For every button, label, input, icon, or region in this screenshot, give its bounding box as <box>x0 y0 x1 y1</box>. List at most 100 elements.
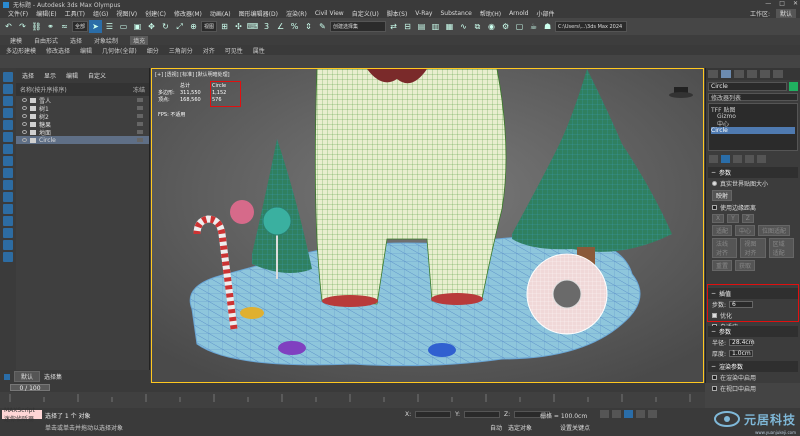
close-button[interactable]: ✕ <box>793 0 798 7</box>
select-by-name-icon[interactable]: ☰ <box>103 20 116 33</box>
menu-civil-view[interactable]: Civil View <box>311 10 348 17</box>
viewport-label[interactable]: [+] [透视] [标准] [默认明暗处理] <box>155 71 230 78</box>
explorer-menu-edit[interactable]: 编辑 <box>66 71 78 80</box>
ribbon-tab-selection[interactable]: 选择 <box>70 36 82 45</box>
make-unique-icon[interactable] <box>733 155 742 163</box>
rect-select-region-icon[interactable]: ▭ <box>117 20 130 33</box>
visibility-eye-icon[interactable] <box>22 122 27 126</box>
curve-editor-icon[interactable]: ∿ <box>457 20 470 33</box>
filter-all-icon[interactable] <box>3 216 13 226</box>
setkey-button[interactable]: 设置关键点 <box>560 423 590 432</box>
filter-spacewarps-icon[interactable] <box>3 132 13 142</box>
filter-none-icon[interactable] <box>3 228 13 238</box>
next-frame-icon[interactable] <box>636 410 645 418</box>
ribbon-item-align[interactable]: 对齐 <box>203 46 215 55</box>
region-fit-button[interactable]: 区域适配 <box>768 238 794 258</box>
reset-button[interactable]: 重置 <box>712 260 733 271</box>
menu-help[interactable]: 帮助(H) <box>476 9 505 18</box>
play-icon[interactable] <box>624 410 633 418</box>
explorer-menu-customize[interactable]: 自定义 <box>88 71 106 80</box>
freeze-indicator-icon[interactable] <box>137 98 143 102</box>
section-header-params[interactable]: − 参数 <box>708 326 798 337</box>
show-end-result-icon[interactable] <box>721 155 730 163</box>
select-move-icon[interactable]: ✥ <box>145 20 158 33</box>
select-scale-icon[interactable]: ⤢ <box>173 20 186 33</box>
visibility-eye-icon[interactable] <box>22 106 27 110</box>
list-item[interactable]: 树1 <box>16 104 149 113</box>
toggle-layer-explorer-icon[interactable]: ▥ <box>429 20 442 33</box>
modifier-list-dropdown[interactable]: 修改器列表 <box>708 93 798 102</box>
filter-geometry-icon[interactable] <box>3 72 13 82</box>
list-item[interactable]: 雪人 <box>16 96 149 105</box>
menu-arnold[interactable]: Arnold <box>505 10 532 17</box>
autokey-button[interactable]: 自动 <box>490 423 502 432</box>
prev-frame-icon[interactable] <box>612 410 621 418</box>
filter-cameras-icon[interactable] <box>3 108 13 118</box>
utilities-tab-icon[interactable] <box>773 70 783 78</box>
ribbon-item-geometry[interactable]: 几何体(全部) <box>102 46 137 55</box>
ribbon-item-edit[interactable]: 编辑 <box>80 46 92 55</box>
thickness-spinner[interactable]: 1.0cm <box>729 350 754 357</box>
filter-groups-icon[interactable] <box>3 144 13 154</box>
select-place-icon[interactable]: ⊕ <box>187 20 200 33</box>
menu-substance[interactable]: Substance <box>436 10 475 17</box>
maxscript-listener[interactable]: MAXScript 迷你侦听器 <box>2 407 42 423</box>
rendered-frame-window-icon[interactable]: ▢ <box>513 20 526 33</box>
goto-end-icon[interactable] <box>648 410 657 418</box>
list-item-selected[interactable]: Circle <box>16 136 149 144</box>
ribbon-tab-object-paint[interactable]: 对象绘制 <box>94 36 118 45</box>
menu-rendering[interactable]: 渲染(R) <box>282 9 311 18</box>
angle-snap-icon[interactable]: ∠ <box>274 20 287 33</box>
percent-snap-icon[interactable]: % <box>288 20 301 33</box>
window-crossing-icon[interactable]: ▣ <box>131 20 144 33</box>
list-item[interactable]: 树2 <box>16 112 149 121</box>
ribbon-item-subdivision[interactable]: 细分 <box>147 46 159 55</box>
filter-hidden-icon[interactable] <box>3 204 13 214</box>
lollipop-pink[interactable] <box>230 200 254 224</box>
render-setup-icon[interactable]: ⚙ <box>499 20 512 33</box>
undo-icon[interactable]: ↶ <box>2 20 15 33</box>
bind-space-warp-icon[interactable]: ≈ <box>58 20 71 33</box>
enable-in-render-checkbox[interactable] <box>712 375 717 380</box>
select-object-icon[interactable]: ➤ <box>89 20 103 33</box>
align-z-button[interactable]: Z <box>741 214 754 223</box>
align-x-button[interactable]: X <box>712 214 725 223</box>
menu-scripting[interactable]: 脚本(S) <box>383 9 412 18</box>
visibility-eye-icon[interactable] <box>22 114 27 118</box>
material-editor-icon[interactable]: ◉ <box>485 20 498 33</box>
unlink-icon[interactable]: ⚭ <box>44 20 57 33</box>
ribbon-item-poly-modeling[interactable]: 多边形建模 <box>6 46 36 55</box>
stack-item[interactable]: TFF 贴图 <box>711 106 795 114</box>
configure-modifier-sets-icon[interactable] <box>757 155 766 163</box>
visibility-eye-icon[interactable] <box>22 130 27 134</box>
workspace-select[interactable]: 默认 <box>775 9 796 18</box>
menu-widgets[interactable]: 小部件 <box>532 9 558 18</box>
reference-coord-select[interactable]: 视图 <box>201 21 218 32</box>
ribbon-tab-freeform[interactable]: 自由形式 <box>34 36 58 45</box>
menu-file[interactable]: 文件(F) <box>4 9 32 18</box>
ribbon-item-properties[interactable]: 属性 <box>253 46 265 55</box>
real-world-radio[interactable] <box>712 181 717 186</box>
stack-item-selected[interactable]: Circle <box>711 127 795 134</box>
filter-xrefs-icon[interactable] <box>3 156 13 166</box>
column-frozen-header[interactable]: 冻结 <box>133 85 145 94</box>
object-name-field[interactable]: Circle <box>708 82 787 91</box>
section-header-rendering[interactable]: − 渲染参数 <box>708 361 798 372</box>
maximize-button[interactable]: □ <box>779 0 785 7</box>
center-button[interactable]: 中心 <box>735 225 756 236</box>
column-name-header[interactable]: 名称(按升序排序) <box>20 85 67 94</box>
menu-animation[interactable]: 动画(A) <box>206 9 235 18</box>
display-tab-icon[interactable] <box>760 70 770 78</box>
layer-dropdown[interactable]: 默认 <box>14 371 41 382</box>
hierarchy-tab-icon[interactable] <box>734 70 744 78</box>
x-field[interactable] <box>415 411 452 418</box>
perspective-viewport[interactable]: [+] [透视] [标准] [默认明暗处理] 总计 Circle 多边形: 31… <box>151 68 704 383</box>
steps-spinner[interactable]: 6 <box>729 301 754 308</box>
ribbon-tab-populate[interactable]: 填充 <box>130 35 149 45</box>
ribbon-item-visibility[interactable]: 可见性 <box>225 46 243 55</box>
freeze-indicator-icon[interactable] <box>137 106 143 110</box>
render-iterative-icon[interactable]: ☗ <box>541 20 554 33</box>
ribbon-tab-modeling[interactable]: 建模 <box>10 36 22 45</box>
enable-in-viewport-checkbox[interactable] <box>712 386 717 391</box>
motion-tab-icon[interactable] <box>747 70 757 78</box>
